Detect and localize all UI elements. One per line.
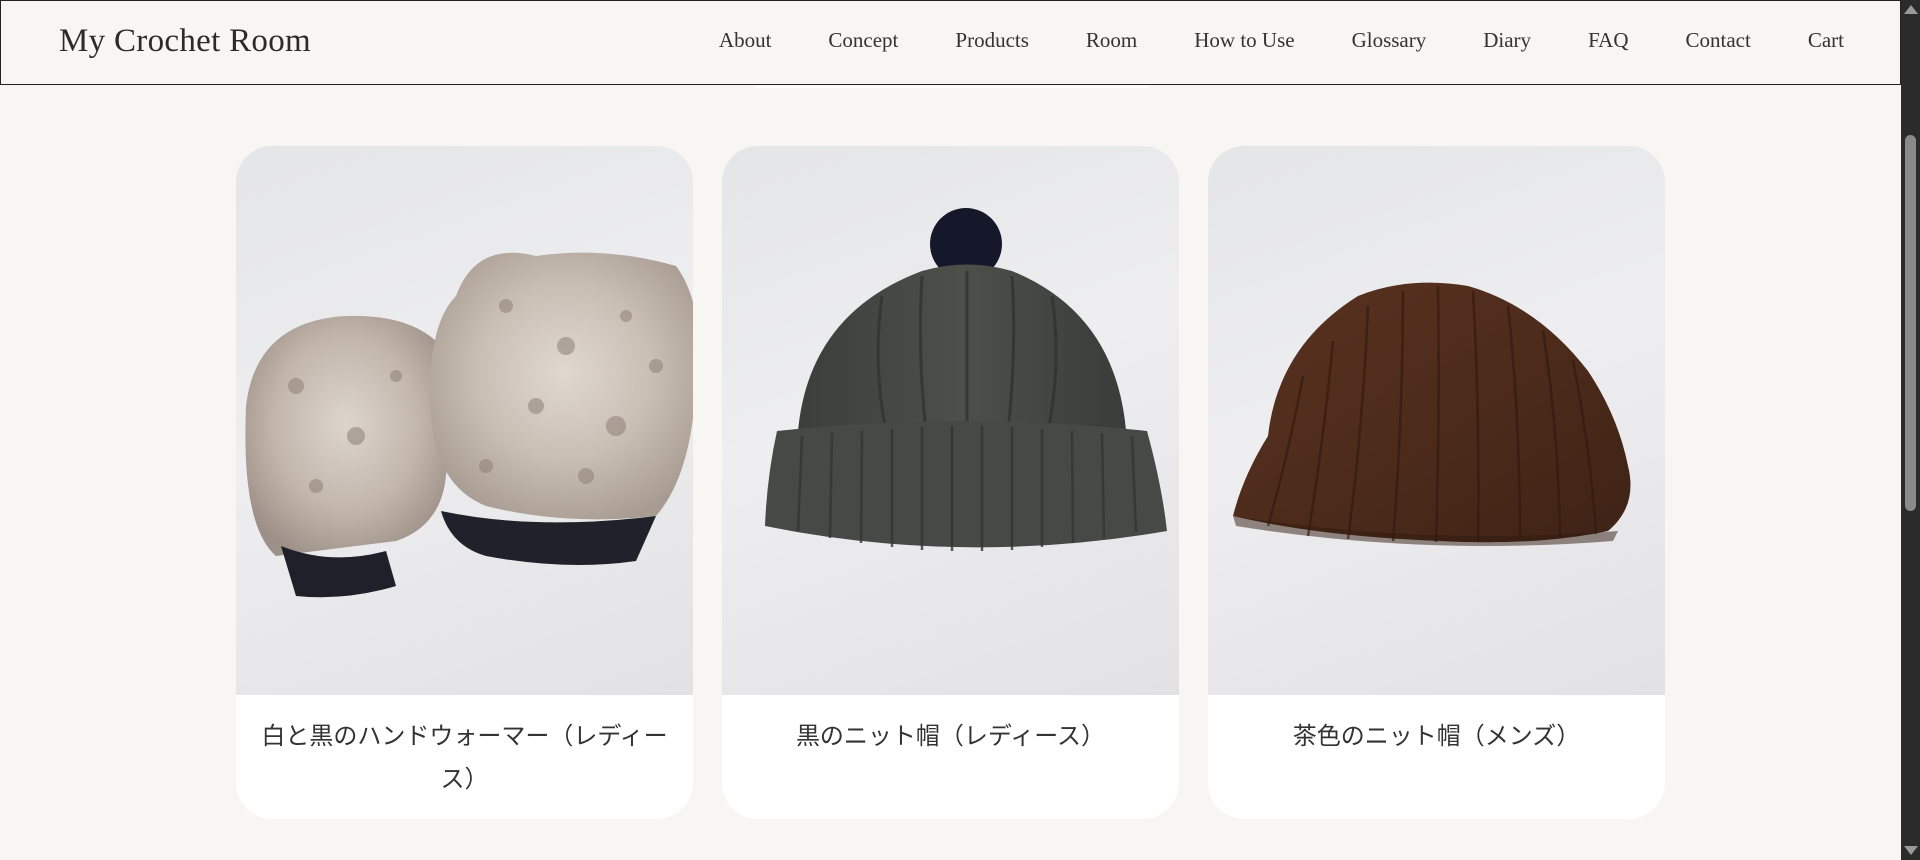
brown-hat-photo xyxy=(1233,282,1631,546)
product-card-hand-warmers[interactable]: 白と黒のハンドウォーマー（レディース） xyxy=(236,146,693,819)
product-title[interactable]: 黒のニット帽（レディース） xyxy=(722,695,1179,776)
product-card-black-hat[interactable]: 黒のニット帽（レディース） xyxy=(722,146,1179,819)
nav-how-to-use[interactable]: How to Use xyxy=(1194,28,1294,53)
nav-glossary[interactable]: Glossary xyxy=(1352,28,1427,53)
scroll-down-arrow-icon[interactable] xyxy=(1904,846,1918,855)
product-image-brown-hat[interactable] xyxy=(1208,146,1665,695)
main-nav: About Concept Products Room How to Use G… xyxy=(662,28,1844,53)
nav-faq[interactable]: FAQ xyxy=(1588,28,1628,53)
product-grid: 白と黒のハンドウォーマー（レディース） 黒のニット帽（レディース） 茶色のニット… xyxy=(236,146,1665,819)
black-hat-photo xyxy=(765,208,1167,551)
page-scrollbar[interactable] xyxy=(1901,0,1920,860)
nav-divider xyxy=(755,86,1147,88)
product-title[interactable]: 白と黒のハンドウォーマー（レディース） xyxy=(236,695,693,819)
product-title[interactable]: 茶色のニット帽（メンズ） xyxy=(1208,695,1665,776)
site-header: My Crochet Room About Concept Products R… xyxy=(0,0,1901,85)
nav-diary[interactable]: Diary xyxy=(1483,28,1531,53)
product-card-brown-hat[interactable]: 茶色のニット帽（メンズ） xyxy=(1208,146,1665,819)
nav-products[interactable]: Products xyxy=(955,28,1029,53)
product-image-hand-warmers[interactable] xyxy=(236,146,693,695)
nav-about[interactable]: About xyxy=(719,28,772,53)
site-brand-link[interactable]: My Crochet Room xyxy=(59,23,311,60)
nav-concept[interactable]: Concept xyxy=(828,28,898,53)
hand-warmers-photo xyxy=(245,252,693,598)
nav-room[interactable]: Room xyxy=(1086,28,1137,53)
nav-cart[interactable]: Cart xyxy=(1808,28,1844,53)
scrollbar-thumb[interactable] xyxy=(1905,135,1916,511)
nav-contact[interactable]: Contact xyxy=(1686,28,1751,53)
scroll-up-arrow-icon[interactable] xyxy=(1904,5,1918,14)
product-image-black-hat[interactable] xyxy=(722,146,1179,695)
